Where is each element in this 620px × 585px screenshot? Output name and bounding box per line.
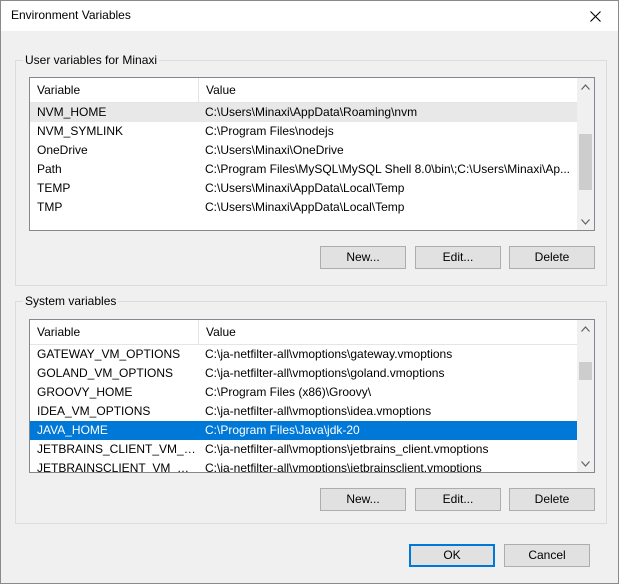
table-row[interactable]: Path C:\Program Files\MySQL\MySQL Shell … bbox=[30, 160, 577, 179]
table-row-selected[interactable]: JAVA_HOME C:\Program Files\Java\jdk-20 bbox=[30, 421, 577, 440]
variable-name: IDEA_VM_OPTIONS bbox=[37, 404, 151, 418]
table-row[interactable]: GATEWAY_VM_OPTIONS C:\ja-netfilter-all\v… bbox=[30, 345, 577, 364]
scroll-thumb[interactable] bbox=[579, 134, 592, 190]
variable-value: C:\Users\Minaxi\AppData\Local\Temp bbox=[205, 181, 405, 195]
table-row[interactable]: TEMP C:\Users\Minaxi\AppData\Local\Temp bbox=[30, 179, 577, 198]
variable-name: Path bbox=[37, 162, 62, 176]
window-title: Environment Variables bbox=[11, 8, 131, 22]
variable-value: C:\Users\Minaxi\OneDrive bbox=[205, 143, 344, 157]
title-bar: Environment Variables bbox=[1, 1, 618, 31]
chevron-up-icon bbox=[581, 325, 590, 332]
system-delete-button[interactable]: Delete bbox=[509, 488, 595, 511]
scroll-thumb[interactable] bbox=[579, 362, 592, 380]
variable-value: C:\Program Files (x86)\Groovy\ bbox=[205, 385, 372, 399]
chevron-down-icon bbox=[581, 218, 590, 225]
column-header-variable[interactable]: Variable bbox=[30, 78, 199, 102]
scroll-down-button[interactable] bbox=[577, 455, 594, 472]
variable-name: JETBRAINS_CLIENT_VM_OPT... bbox=[37, 442, 197, 456]
system-variables-list[interactable]: Variable Value GATEWAY_VM_OPTIONS C:\ja-… bbox=[29, 319, 595, 473]
chevron-up-icon bbox=[581, 83, 590, 90]
system-variables-label: System variables bbox=[23, 294, 119, 308]
variable-name: OneDrive bbox=[37, 143, 88, 157]
variable-name: GROOVY_HOME bbox=[37, 385, 133, 399]
variable-name: GATEWAY_VM_OPTIONS bbox=[37, 347, 181, 361]
user-new-button[interactable]: New... bbox=[320, 246, 406, 269]
variable-name: TMP bbox=[37, 200, 63, 214]
user-rows: NVM_HOME C:\Users\Minaxi\AppData\Roaming… bbox=[30, 103, 577, 217]
table-row[interactable]: IDEA_VM_OPTIONS C:\ja-netfilter-all\vmop… bbox=[30, 402, 577, 421]
list-header: Variable Value bbox=[30, 320, 577, 345]
variable-name: JAVA_HOME bbox=[37, 423, 108, 437]
vertical-scrollbar[interactable] bbox=[577, 320, 594, 472]
variable-value: C:\ja-netfilter-all\vmoptions\gateway.vm… bbox=[205, 347, 453, 361]
table-row[interactable]: JETBRAINSCLIENT_VM_OPTI... C:\ja-netfilt… bbox=[30, 459, 577, 473]
variable-name: NVM_SYMLINK bbox=[37, 124, 124, 138]
user-variables-label: User variables for Minaxi bbox=[23, 53, 160, 67]
user-edit-button[interactable]: Edit... bbox=[415, 246, 501, 269]
environment-variables-dialog: Environment Variables User variables for… bbox=[0, 0, 619, 584]
variable-value: C:\ja-netfilter-all\vmoptions\goland.vmo… bbox=[205, 366, 445, 380]
system-edit-button[interactable]: Edit... bbox=[415, 488, 501, 511]
variable-value: C:\Program Files\Java\jdk-20 bbox=[205, 423, 360, 437]
chevron-down-icon bbox=[581, 460, 590, 467]
list-header: Variable Value bbox=[30, 78, 577, 103]
system-rows: GATEWAY_VM_OPTIONS C:\ja-netfilter-all\v… bbox=[30, 345, 577, 473]
column-header-value[interactable]: Value bbox=[199, 320, 577, 344]
variable-name: JETBRAINSCLIENT_VM_OPTI... bbox=[37, 461, 197, 473]
variable-name: NVM_HOME bbox=[37, 105, 107, 119]
variable-value: C:\ja-netfilter-all\vmoptions\idea.vmopt… bbox=[205, 404, 432, 418]
variable-value: C:\Program Files\nodejs bbox=[205, 124, 334, 138]
table-row[interactable]: GROOVY_HOME C:\Program Files (x86)\Groov… bbox=[30, 383, 577, 402]
table-row[interactable]: NVM_SYMLINK C:\Program Files\nodejs bbox=[30, 122, 577, 141]
close-button[interactable] bbox=[572, 1, 618, 31]
table-row[interactable]: TMP C:\Users\Minaxi\AppData\Local\Temp bbox=[30, 198, 577, 217]
vertical-scrollbar[interactable] bbox=[577, 78, 594, 230]
table-row[interactable]: OneDrive C:\Users\Minaxi\OneDrive bbox=[30, 141, 577, 160]
variable-name: TEMP bbox=[37, 181, 71, 195]
ok-button[interactable]: OK bbox=[409, 544, 495, 567]
scroll-down-button[interactable] bbox=[577, 213, 594, 230]
variable-name: GOLAND_VM_OPTIONS bbox=[37, 366, 174, 380]
system-new-button[interactable]: New... bbox=[320, 488, 406, 511]
table-row[interactable]: GOLAND_VM_OPTIONS C:\ja-netfilter-all\vm… bbox=[30, 364, 577, 383]
user-variables-list[interactable]: Variable Value NVM_HOME C:\Users\Minaxi\… bbox=[29, 77, 595, 231]
user-delete-button[interactable]: Delete bbox=[509, 246, 595, 269]
table-row[interactable]: NVM_HOME C:\Users\Minaxi\AppData\Roaming… bbox=[30, 103, 577, 122]
variable-value: C:\ja-netfilter-all\vmoptions\jetbrains_… bbox=[205, 442, 489, 456]
variable-value: C:\Users\Minaxi\AppData\Roaming\nvm bbox=[205, 105, 418, 119]
variable-value: C:\Program Files\MySQL\MySQL Shell 8.0\b… bbox=[205, 162, 570, 176]
close-icon bbox=[589, 10, 601, 22]
scroll-up-button[interactable] bbox=[577, 78, 594, 95]
variable-value: C:\Users\Minaxi\AppData\Local\Temp bbox=[205, 200, 405, 214]
variable-value: C:\ja-netfilter-all\vmoptions\jetbrainsc… bbox=[205, 461, 482, 473]
scroll-up-button[interactable] bbox=[577, 320, 594, 337]
column-header-value[interactable]: Value bbox=[199, 78, 577, 102]
table-row[interactable]: JETBRAINS_CLIENT_VM_OPT... C:\ja-netfilt… bbox=[30, 440, 577, 459]
cancel-button[interactable]: Cancel bbox=[504, 544, 590, 567]
column-header-variable[interactable]: Variable bbox=[30, 320, 199, 344]
